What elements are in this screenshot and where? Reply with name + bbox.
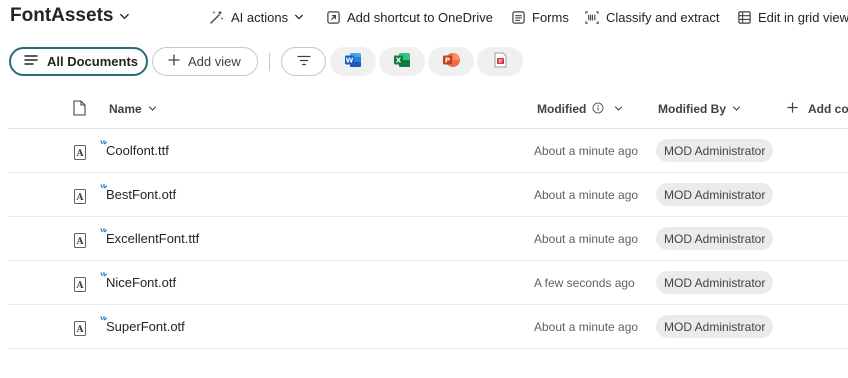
svg-text:W: W — [345, 57, 353, 65]
table-row[interactable]: A NiceFont.otf A few seconds ago MOD Adm… — [8, 261, 848, 305]
ai-actions-button[interactable]: AI actions — [209, 7, 304, 27]
svg-text:P: P — [444, 57, 449, 65]
pdf-icon — [494, 52, 507, 71]
table-row[interactable]: A ExcellentFont.ttf About a minute ago M… — [8, 217, 848, 261]
modified-by-persona[interactable]: MOD Administrator — [656, 139, 774, 162]
add-shortcut-button[interactable]: Add shortcut to OneDrive — [326, 7, 493, 27]
info-icon — [592, 102, 604, 117]
classify-extract-button[interactable]: Classify and extract — [584, 7, 719, 27]
add-view-label: Add view — [188, 54, 241, 69]
file-name-link[interactable]: SuperFont.otf — [106, 319, 185, 334]
modified-time: About a minute ago — [534, 144, 639, 158]
shortcut-arrow-icon — [326, 10, 341, 25]
library-title-menu[interactable]: FontAssets — [10, 5, 130, 27]
ai-actions-label: AI actions — [231, 9, 289, 25]
modified-by-persona[interactable]: MOD Administrator — [656, 315, 774, 338]
svg-text:A: A — [76, 237, 85, 247]
modified-time: About a minute ago — [534, 320, 639, 334]
font-file-icon: A — [74, 145, 86, 165]
font-file-icon: A — [74, 189, 86, 209]
svg-text:A: A — [76, 149, 85, 159]
modified-column-label: Modified — [537, 102, 587, 116]
modified-by-column-header[interactable]: Modified By — [658, 100, 741, 118]
modified-time: About a minute ago — [534, 232, 639, 246]
svg-text:X: X — [395, 57, 401, 65]
add-shortcut-label: Add shortcut to OneDrive — [347, 9, 493, 25]
modified-by-persona[interactable]: MOD Administrator — [656, 183, 774, 206]
font-file-icon: A — [74, 233, 86, 253]
file-name-link[interactable]: Coolfont.ttf — [106, 143, 169, 158]
forms-icon — [511, 10, 526, 25]
svg-text:A: A — [76, 325, 85, 335]
add-column-label: Add column — [808, 102, 848, 116]
edit-grid-view-button[interactable]: Edit in grid view — [737, 7, 848, 27]
filter-button[interactable] — [281, 47, 326, 76]
excel-icon: X — [393, 52, 411, 71]
add-column-button[interactable]: Add column — [787, 100, 848, 118]
table-row[interactable]: A SuperFont.otf About a minute ago MOD A… — [8, 305, 848, 349]
edit-grid-view-label: Edit in grid view — [758, 9, 848, 25]
filter-powerpoint-button[interactable]: P — [428, 47, 474, 76]
chevron-down-icon — [294, 12, 304, 22]
filter-icon — [296, 54, 311, 69]
modified-time: About a minute ago — [534, 188, 639, 202]
file-name-link[interactable]: ExcellentFont.ttf — [106, 231, 199, 246]
svg-text:A: A — [76, 193, 85, 203]
forms-button[interactable]: Forms — [511, 7, 569, 27]
font-file-icon: A — [74, 321, 86, 341]
name-column-header[interactable]: Name — [109, 100, 157, 118]
file-name-link[interactable]: BestFont.otf — [106, 187, 176, 202]
plus-icon — [168, 54, 180, 69]
command-bar: FontAssets AI actions Add shortcut to On… — [0, 0, 848, 34]
file-type-column-header[interactable] — [73, 99, 86, 119]
file-name-link[interactable]: NiceFont.otf — [106, 275, 176, 290]
modified-by-persona[interactable]: MOD Administrator — [656, 227, 774, 250]
powerpoint-icon: P — [442, 52, 460, 71]
plus-icon — [787, 102, 798, 116]
modified-by-persona[interactable]: MOD Administrator — [656, 271, 774, 294]
list-view-icon — [24, 54, 38, 69]
sparkle-wand-icon — [209, 9, 225, 25]
add-view-button[interactable]: Add view — [152, 47, 258, 76]
chevron-down-icon — [614, 102, 623, 116]
barcode-scan-icon — [584, 10, 600, 25]
name-column-label: Name — [109, 102, 142, 116]
chevron-down-icon — [732, 102, 741, 116]
forms-label: Forms — [532, 9, 569, 25]
library-title: FontAssets — [10, 5, 114, 26]
table-row[interactable]: A Coolfont.ttf About a minute ago MOD Ad… — [8, 129, 848, 173]
modified-by-column-label: Modified By — [658, 102, 726, 116]
pill-divider — [269, 53, 270, 71]
chevron-down-icon — [148, 102, 157, 116]
filter-word-button[interactable]: W — [330, 47, 376, 76]
view-all-documents[interactable]: All Documents — [9, 47, 148, 76]
document-icon — [73, 99, 86, 119]
filter-pdf-button[interactable] — [477, 47, 523, 76]
word-icon: W — [344, 52, 362, 71]
filter-excel-button[interactable]: X — [379, 47, 425, 76]
modified-time: A few seconds ago — [534, 276, 635, 290]
table-row[interactable]: A BestFont.otf About a minute ago MOD Ad… — [8, 173, 848, 217]
view-all-documents-label: All Documents — [47, 54, 139, 69]
row-divider — [8, 348, 848, 349]
classify-extract-label: Classify and extract — [606, 9, 720, 25]
document-library-page: FontAssets AI actions Add shortcut to On… — [0, 0, 848, 378]
grid-icon — [737, 10, 752, 25]
font-file-icon: A — [74, 277, 86, 297]
chevron-down-icon — [119, 11, 130, 22]
modified-column-header[interactable]: Modified — [537, 100, 623, 118]
svg-text:A: A — [76, 281, 85, 291]
